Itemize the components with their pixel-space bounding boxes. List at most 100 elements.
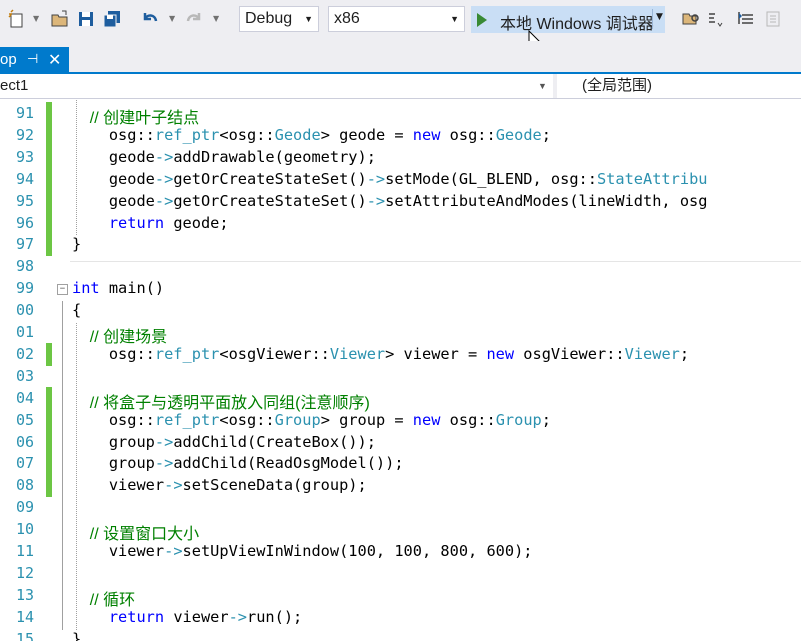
code-text: <osg:: [219,125,275,144]
code-line[interactable]: } [72,235,81,253]
code-line[interactable]: return geode; [72,214,229,232]
pin-icon[interactable]: ⊣ [27,51,38,67]
toolbar: ▼ ▼ ▼ Debug ▼ x86 ▼ 本地 Windows 调试器 ▼ [0,0,801,51]
code-line[interactable]: // 设置窗口大小 [72,520,199,544]
code-line[interactable]: group->addChild(CreateBox()); [72,433,376,451]
code-editor[interactable]: 91 // 创建叶子结点 92 osg::ref_ptr<osg::Geode> … [0,100,801,641]
code-type: -> [154,191,174,210]
line-number: 13 [15,585,34,604]
save-icon[interactable] [75,8,97,30]
document-tab[interactable]: op ⊣ ✕ [0,47,69,74]
redo-dropdown-icon[interactable]: ▼ [213,14,219,23]
code-line[interactable]: // 创建场景 [72,323,167,347]
line-number: 99 [15,279,34,298]
code-line[interactable]: return viewer->run(); [72,608,302,626]
code-text: osg:: [440,410,496,429]
change-marker [46,167,52,191]
chevron-down-icon: ▼ [304,14,313,24]
code-text: main() [99,279,165,298]
code-line[interactable]: viewer->setSceneData(group); [72,476,367,494]
code-text: setMode(GL_BLEND, osg:: [385,169,597,188]
code-text: osg:: [72,125,155,144]
close-icon[interactable]: ✕ [48,50,61,70]
chevron-down-icon: ▼ [538,81,547,91]
platform-dropdown[interactable]: x86 ▼ [328,6,465,32]
code-line[interactable]: { [72,301,81,319]
code-keyword: new [412,410,441,429]
code-line[interactable]: // 创建叶子结点 [72,104,199,128]
config-dropdown[interactable]: Debug ▼ [239,6,319,32]
code-line[interactable]: osg::ref_ptr<osg::Group> group = new osg… [72,411,551,429]
scope-selector[interactable]: (全局范围) [582,75,797,97]
code-text: ; [541,410,551,429]
code-type: -> [366,191,386,210]
code-line[interactable]: geode->getOrCreateStateSet()->setAttribu… [72,191,708,210]
save-all-icon[interactable] [101,8,123,30]
undo-dropdown-icon[interactable]: ▼ [169,14,175,23]
code-line[interactable]: group->addChild(ReadOsgModel()); [72,454,404,472]
redo-icon[interactable] [183,8,205,30]
project-selector[interactable]: ect1 ▼ [0,75,553,97]
code-comment: // 创建场景 [72,329,168,346]
code-line[interactable]: osg::ref_ptr<osgViewer::Viewer> viewer =… [72,345,689,363]
new-project-icon[interactable] [6,8,28,30]
change-marker [46,386,52,410]
code-line[interactable]: // 将盒子与透明平面放入同组(注意顺序) [72,389,370,413]
line-number: 95 [15,191,34,210]
code-text: geode [72,191,155,210]
code-text: { [72,301,82,320]
indent-icon[interactable] [735,8,757,30]
solution-explorer-icon[interactable] [680,8,702,30]
code-type: -> [154,454,174,473]
code-text: geode; [164,213,229,232]
code-line[interactable]: int main() [72,279,164,297]
code-line[interactable]: osg::ref_ptr<osg::Geode> geode = new osg… [72,126,551,144]
run-label: 本地 Windows 调试器 [500,16,654,33]
line-number: 94 [15,169,34,188]
platform-value: x86 [334,10,360,27]
line-number: 92 [15,125,34,144]
code-line[interactable]: geode->addDrawable(geometry); [72,148,376,166]
code-text: > geode = [320,125,413,144]
change-marker [46,342,52,366]
button-divider [652,9,653,29]
open-folder-icon[interactable] [49,8,71,30]
line-number: 06 [15,432,34,451]
line-number: 12 [15,563,34,582]
line-number: 10 [15,520,34,539]
function-separator [70,261,801,263]
line-number: 14 [15,607,34,626]
run-dropdown-icon[interactable]: ▼ [656,12,663,22]
code-line[interactable]: } [72,630,81,641]
code-type: -> [154,169,174,188]
indent-guide [76,100,77,236]
collapse-icon[interactable]: − [57,284,68,296]
code-line[interactable]: // 循环 [72,586,135,610]
tab-title: op [0,51,17,68]
line-number: 93 [15,147,34,166]
code-text: getOrCreateStateSet() [173,191,367,210]
start-debugging-button[interactable]: 本地 Windows 调试器 ▼ [471,6,665,33]
code-type: -> [366,169,386,188]
fold-line [62,301,63,630]
line-number: 00 [15,301,34,320]
code-text: > group = [320,410,413,429]
code-keyword: new [486,344,515,363]
navigation-bar: ect1 ▼ (全局范围) [0,74,801,99]
code-text: addDrawable(geometry); [173,147,376,166]
new-project-dropdown-icon[interactable]: ▼ [33,14,39,23]
code-type: ref_ptr [154,344,220,363]
change-marker [46,452,52,476]
code-type: -> [154,432,174,451]
code-text: osg:: [72,344,155,363]
chevron-down-icon: ▼ [450,14,459,24]
code-text: geode [72,147,155,166]
code-type: ref_ptr [154,410,220,429]
undo-icon[interactable] [139,8,161,30]
code-line[interactable]: viewer->setUpViewInWindow(100, 100, 800,… [72,542,533,560]
change-marker [46,408,52,432]
comment-icon[interactable] [705,8,727,30]
code-line[interactable]: geode->getOrCreateStateSet()->setMode(GL… [72,169,708,188]
code-text: } [72,235,82,254]
line-number: 05 [15,410,34,429]
